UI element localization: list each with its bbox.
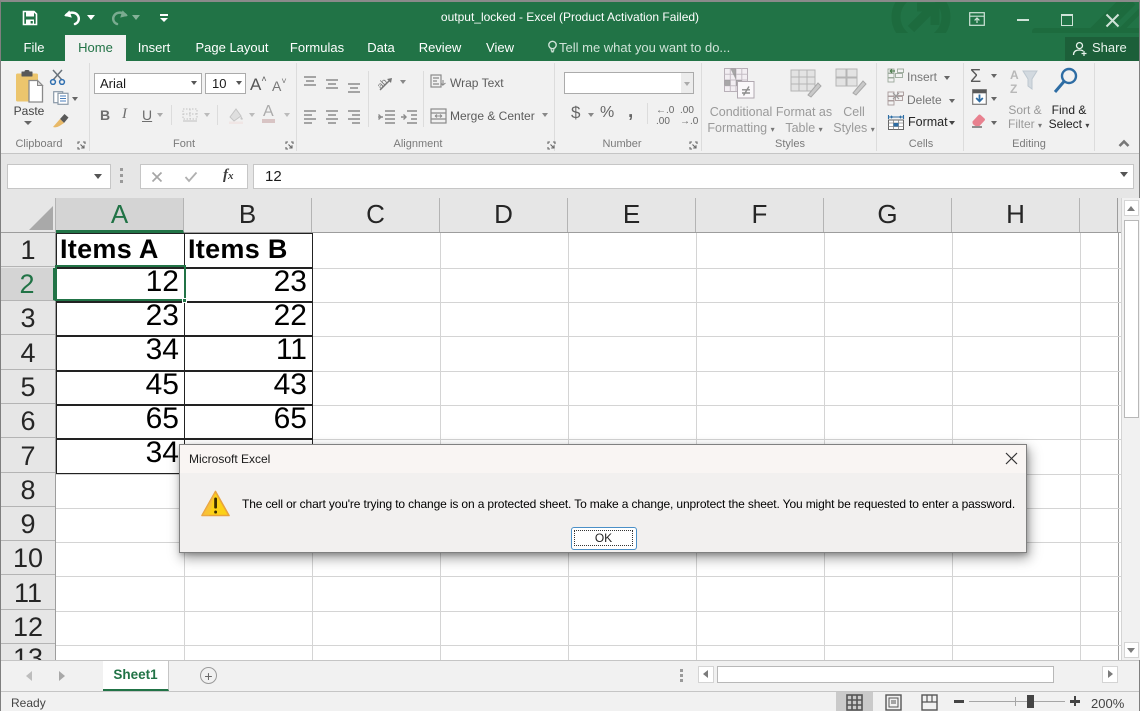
svg-text:A: A xyxy=(1010,68,1019,82)
svg-text:Z: Z xyxy=(1010,82,1017,96)
svg-text:ab: ab xyxy=(377,77,389,91)
